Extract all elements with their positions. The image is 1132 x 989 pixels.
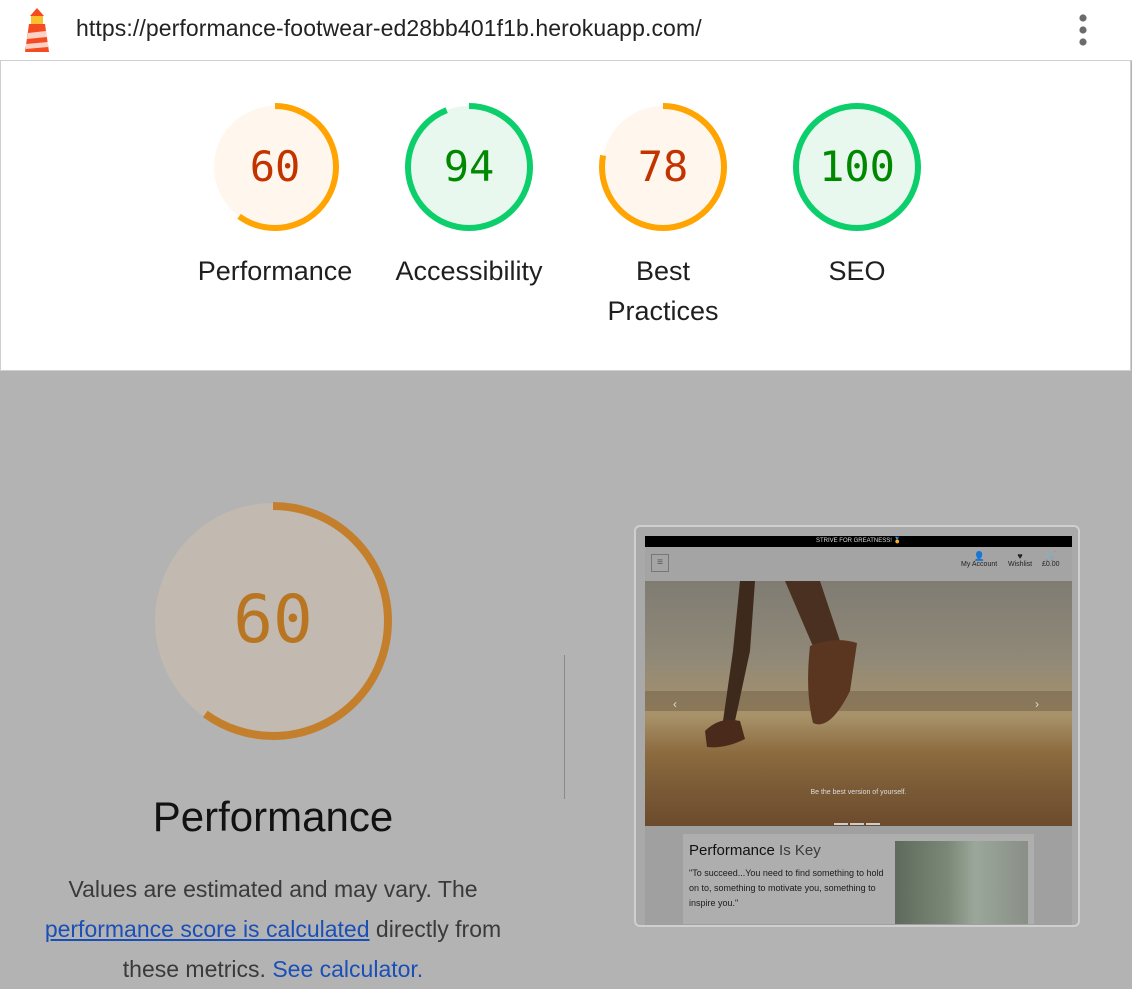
browser-bar: https://performance-footwear-ed28bb401f1… (0, 0, 1132, 61)
thumbnail-content: Performance Is Key "To succeed...You nee… (645, 826, 1072, 925)
gauge-ring: 100 (793, 103, 921, 231)
gauge-best-practices[interactable]: 78 Best Practices (578, 101, 748, 331)
gauge-score: 60 (250, 142, 301, 191)
card-quote: "To succeed...You need to find something… (689, 868, 884, 908)
performance-score: 60 (233, 581, 312, 658)
divider (564, 655, 565, 799)
page-screenshot-thumbnail[interactable]: STRIVE FOR GREATNESS! 🏅 ≡ 👤 My Account ♥… (634, 525, 1080, 927)
gauge-score: 100 (819, 142, 895, 191)
performance-title: Performance (152, 793, 394, 840)
user-icon: 👤 (973, 551, 985, 561)
gauge-ring: 60 (211, 103, 339, 231)
card-title: Performance Is Key (689, 842, 821, 859)
gauge-ring: 78 (599, 103, 727, 231)
gauge-label: Performance (197, 256, 353, 286)
hero-image: ‹ › Be the best version of yourself. (645, 581, 1072, 826)
performance-description: Values are estimated and may vary. The p… (20, 869, 526, 989)
performance-section: 60 Performance Values are estimated and … (0, 371, 1132, 982)
card-image (895, 841, 1028, 924)
announcement-bar: STRIVE FOR GREATNESS! 🏅 (645, 536, 1072, 547)
thumbnail-navbar: ≡ 👤 My Account ♥ Wishlist 🛒 £0.00 (645, 547, 1072, 581)
heart-icon: ♥ (1017, 551, 1023, 561)
kebab-menu-icon[interactable] (1070, 10, 1096, 50)
account-label: My Account (961, 561, 998, 568)
see-calculator-link[interactable]: See calculator. (272, 956, 423, 982)
desc-text-1: Values are estimated and may vary. The (68, 876, 478, 902)
wishlist-nav: ♥ Wishlist (1008, 551, 1032, 568)
carousel-indicators (833, 812, 881, 826)
gauge-score: 78 (638, 142, 689, 191)
gauge-label: Accessibility (395, 256, 543, 286)
scores-summary: 60 Performance 94 Accessibility 78 Best … (0, 61, 1131, 371)
cart-icon: 🛒 (1045, 551, 1057, 561)
page-url: https://performance-footwear-ed28bb401f1… (76, 15, 702, 41)
cart-nav: 🛒 £0.00 (1042, 551, 1060, 568)
gauge-label: Best Practices (607, 256, 719, 326)
card-title-accent: Is Key (774, 842, 821, 859)
hamburger-icon: ≡ (651, 554, 669, 572)
account-nav: 👤 My Account (961, 551, 997, 568)
feature-card: Performance Is Key "To succeed...You nee… (683, 834, 1034, 924)
carousel-prev-icon: ‹ (673, 697, 677, 711)
card-title-main: Performance (689, 842, 775, 859)
gauge-ring: 94 (405, 103, 533, 231)
gauge-seo[interactable]: 100 SEO (772, 101, 942, 291)
hero-caption: Be the best version of yourself. (810, 789, 907, 796)
gauge-label: SEO (828, 256, 886, 286)
performance-gauge-large: 60 (154, 502, 392, 740)
lighthouse-icon (25, 8, 49, 52)
wishlist-label: Wishlist (1008, 561, 1033, 568)
cart-total: £0.00 (1042, 561, 1060, 568)
gauge-score: 94 (444, 142, 495, 191)
gauge-performance[interactable]: 60 Performance (190, 101, 360, 291)
score-calculated-link[interactable]: performance score is calculated (45, 916, 370, 942)
carousel-next-icon: › (1035, 697, 1039, 711)
gauge-accessibility[interactable]: 94 Accessibility (384, 101, 554, 291)
